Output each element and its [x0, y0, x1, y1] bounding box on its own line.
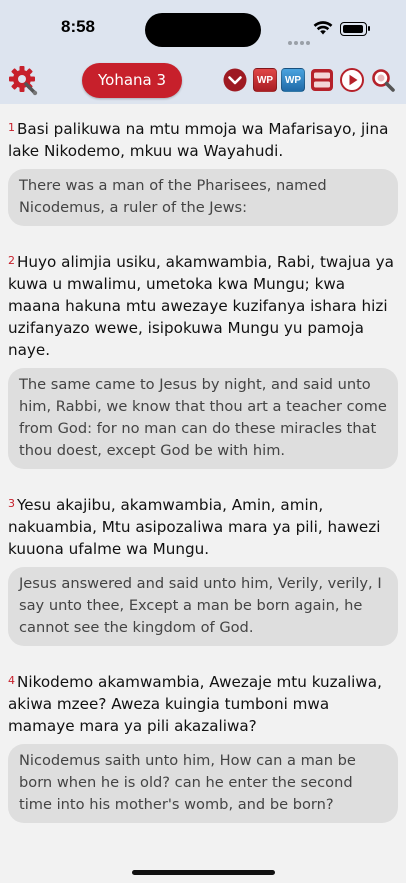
header: 8:58 Yohana 3 WP WP	[0, 0, 406, 104]
search-icon[interactable]	[371, 68, 395, 92]
wp-blue-button[interactable]: WP	[281, 68, 305, 92]
app-screen: 8:58 Yohana 3 WP WP 1 Basi palikuwa na m…	[0, 0, 406, 883]
verse-number: 4	[8, 674, 15, 687]
verse-4: 4 Nikodemo akamwambia, Awezaje mtu kuzali…	[0, 670, 406, 823]
verse-english-bubble: The same came to Jesus by night, and sai…	[8, 368, 398, 469]
split-view-icon[interactable]	[310, 68, 334, 92]
dynamic-island	[145, 13, 261, 47]
verse-english-bubble: Jesus answered and said unto him, Verily…	[8, 567, 398, 646]
play-icon[interactable]	[340, 68, 364, 92]
toolbar: Yohana 3 WP WP	[0, 58, 406, 104]
verse-1: 1 Basi palikuwa na mtu mmoja wa Mafarisay…	[0, 117, 406, 226]
settings-gear-icon[interactable]	[8, 64, 40, 96]
verse-swahili-text: Huyo alimjia usiku, akamwambia, Rabi, tw…	[8, 253, 394, 359]
verse-number: 1	[8, 121, 15, 134]
verse-swahili-text: Basi palikuwa na mtu mmoja wa Mafarisayo…	[8, 120, 389, 160]
status-bar: 8:58	[0, 0, 406, 58]
verse-swahili-text: Yesu akajibu, akamwambia, Amin, amin, na…	[8, 496, 381, 558]
verse-swahili: 1 Basi palikuwa na mtu mmoja wa Mafarisay…	[8, 117, 398, 162]
wifi-icon	[313, 21, 333, 35]
home-indicator[interactable]	[132, 870, 275, 875]
status-time: 8:58	[60, 17, 96, 36]
verse-english-bubble: There was a man of the Pharisees, named …	[8, 169, 398, 226]
book-chapter-button[interactable]: Yohana 3	[82, 63, 182, 98]
wp-red-button[interactable]: WP	[253, 68, 277, 92]
battery-icon	[340, 22, 370, 36]
verse-number: 3	[8, 497, 15, 510]
verse-3: 3 Yesu akajibu, akamwambia, Amin, amin, n…	[0, 493, 406, 646]
signal-icon	[288, 30, 312, 49]
verse-swahili: 4 Nikodemo akamwambia, Awezaje mtu kuzali…	[8, 670, 398, 737]
chapter-content[interactable]: 1 Basi palikuwa na mtu mmoja wa Mafarisay…	[0, 104, 406, 850]
verse-english-bubble: Nicodemus saith unto him, How can a man …	[8, 744, 398, 823]
chevron-down-icon[interactable]	[223, 68, 247, 92]
verse-2: 2 Huyo alimjia usiku, akamwambia, Rabi, t…	[0, 250, 406, 469]
verse-swahili: 3 Yesu akajibu, akamwambia, Amin, amin, n…	[8, 493, 398, 560]
verse-swahili-text: Nikodemo akamwambia, Awezaje mtu kuzaliw…	[8, 673, 382, 735]
verse-swahili: 2 Huyo alimjia usiku, akamwambia, Rabi, t…	[8, 250, 398, 361]
verse-number: 2	[8, 254, 15, 267]
